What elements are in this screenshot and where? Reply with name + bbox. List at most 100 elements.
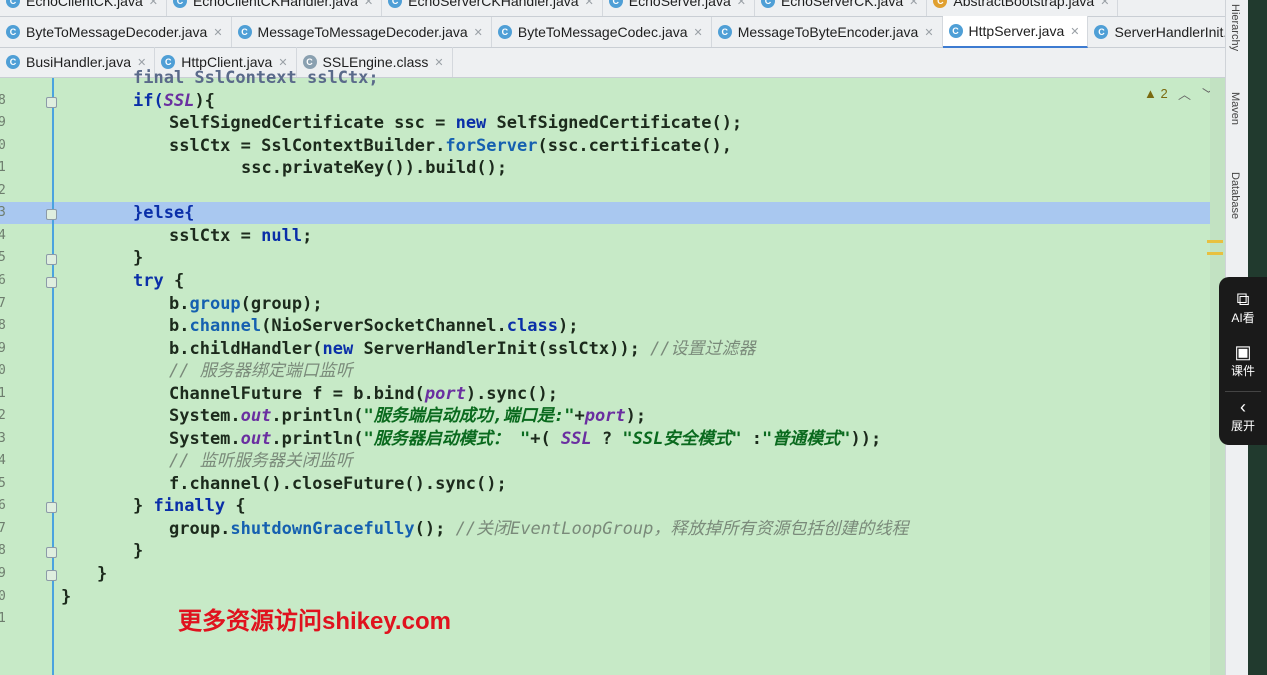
courseware-button[interactable]: ▣ 课件 bbox=[1219, 342, 1267, 379]
close-icon[interactable]: ✕ bbox=[694, 26, 703, 39]
floating-side-panel: ⧉ AI看 ▣ 课件 ‹ 展开 bbox=[1219, 277, 1267, 445]
close-icon[interactable]: ✕ bbox=[213, 26, 222, 39]
line-number: 7 bbox=[0, 296, 6, 311]
tab-row-1: C EchoClientCK.java ✕ C EchoClientCKHandler… bbox=[0, 0, 1225, 17]
expand-button[interactable]: ‹ 展开 bbox=[1219, 397, 1267, 434]
code-line: // 服务器绑定端口监听 bbox=[169, 361, 353, 381]
code-editor[interactable]: 8 9 0 1 2 3 4 5 6 7 8 9 0 1 2 3 4 5 6 7 … bbox=[0, 68, 1225, 675]
tab-bytetomessagedecoder[interactable]: C ByteToMessageDecoder.java ✕ bbox=[0, 17, 232, 47]
line-number: 2 bbox=[0, 408, 6, 423]
close-icon[interactable]: ✕ bbox=[364, 0, 373, 8]
line-number: 1 bbox=[0, 160, 6, 175]
line-number: 3 bbox=[0, 431, 6, 446]
code-line: System.out.println("服务端启动成功,端口是:"+port); bbox=[169, 406, 647, 426]
chevron-up-icon[interactable]: ︿ bbox=[1178, 84, 1191, 103]
line-number: 0 bbox=[0, 363, 6, 378]
java-class-icon: C bbox=[933, 0, 948, 8]
close-icon[interactable]: ✕ bbox=[909, 0, 918, 8]
line-number: 8 bbox=[0, 93, 6, 108]
tab-echoclientck[interactable]: C EchoClientCK.java ✕ bbox=[0, 0, 167, 16]
tab-messagetomessagedecoder[interactable]: C MessageToMessageDecoder.java ✕ bbox=[232, 17, 492, 47]
fold-marker-icon[interactable] bbox=[46, 277, 57, 288]
code-line: b.group(group); bbox=[169, 294, 323, 314]
java-class-icon: C bbox=[608, 0, 623, 8]
tab-echoserver[interactable]: C EchoServer.java ✕ bbox=[603, 0, 755, 16]
warning-indicator[interactable]: ▲ 2 bbox=[1144, 86, 1168, 101]
tool-database[interactable]: Database bbox=[1229, 172, 1241, 219]
line-number: 5 bbox=[0, 476, 6, 491]
warning-stripe[interactable] bbox=[1207, 240, 1223, 243]
ai-icon: ⧉ bbox=[1236, 289, 1250, 309]
code-line: sslCtx = null; bbox=[169, 226, 313, 246]
line-number: 4 bbox=[0, 228, 6, 243]
fold-marker-icon[interactable] bbox=[46, 97, 57, 108]
java-class-icon: C bbox=[6, 55, 20, 69]
java-class-icon: C bbox=[6, 25, 20, 39]
code-line: } bbox=[133, 248, 144, 268]
line-gutter bbox=[0, 78, 54, 675]
java-class-icon: C bbox=[760, 0, 775, 8]
line-number: 1 bbox=[0, 611, 6, 626]
divider bbox=[1225, 391, 1261, 392]
close-icon[interactable]: ✕ bbox=[474, 26, 483, 39]
code-line: if(SSL){ bbox=[133, 91, 215, 111]
code-line: // 监听服务器关闭监听 bbox=[169, 451, 353, 471]
line-number: 7 bbox=[0, 521, 6, 536]
line-number: 8 bbox=[0, 543, 6, 558]
line-number: 6 bbox=[0, 498, 6, 513]
tab-busihandler[interactable]: C BusiHandler.java ✕ bbox=[0, 47, 156, 77]
tab-echoserverck[interactable]: C EchoServerCK.java ✕ bbox=[755, 0, 928, 16]
close-icon[interactable]: ✕ bbox=[585, 0, 594, 8]
fold-marker-icon[interactable] bbox=[46, 209, 57, 220]
code-line: } bbox=[133, 541, 144, 561]
fold-marker-icon[interactable] bbox=[46, 254, 57, 265]
java-class-icon: C bbox=[948, 24, 963, 38]
tab-echoclientckhandler[interactable]: C EchoClientCKHandler.java ✕ bbox=[167, 0, 383, 16]
close-icon[interactable]: ✕ bbox=[1100, 0, 1109, 8]
code-line: b.channel(NioServerSocketChannel.class); bbox=[169, 316, 579, 336]
code-line: SelfSignedCertificate ssc = new SelfSign… bbox=[169, 113, 743, 133]
line-number: 3 bbox=[0, 205, 6, 220]
tab-bytetomessagecodec[interactable]: C ByteToMessageCodec.java ✕ bbox=[492, 17, 712, 47]
java-class-icon: C bbox=[1094, 25, 1109, 39]
close-icon[interactable]: ✕ bbox=[149, 0, 158, 8]
fold-marker-icon[interactable] bbox=[46, 570, 57, 581]
code-line: b.childHandler(new ServerHandlerInit(ssl… bbox=[169, 339, 756, 359]
close-icon[interactable]: ✕ bbox=[434, 56, 443, 69]
code-line: } bbox=[61, 587, 72, 607]
code-line: }else{ bbox=[133, 203, 195, 223]
tab-abstractbootstrap[interactable]: C AbstractBootstrap.java ✕ bbox=[927, 0, 1119, 16]
line-number: 4 bbox=[0, 453, 6, 468]
close-icon[interactable]: ✕ bbox=[924, 26, 933, 39]
code-line: } bbox=[97, 564, 108, 584]
java-class-icon: C bbox=[497, 25, 512, 39]
line-number: 2 bbox=[0, 183, 6, 198]
tab-httpserver[interactable]: C HttpServer.java ✕ bbox=[942, 16, 1089, 48]
tab-row-2: C ByteToMessageDecoder.java ✕ C MessageToMe… bbox=[0, 16, 1225, 48]
fold-marker-icon[interactable] bbox=[46, 502, 57, 513]
code-line: f.channel().closeFuture().sync(); bbox=[169, 474, 507, 494]
warning-stripe[interactable] bbox=[1207, 252, 1223, 255]
line-number: 8 bbox=[0, 318, 6, 333]
java-class-icon: C bbox=[237, 25, 252, 39]
tab-serverhandlerinit[interactable]: CServerHandlerInit.java✕ bbox=[1088, 17, 1225, 47]
code-line: sslCtx = SslContextBuilder.forServer(ssc… bbox=[169, 136, 732, 156]
close-icon[interactable]: ✕ bbox=[1070, 25, 1079, 38]
java-class-icon: C bbox=[6, 0, 20, 8]
line-number: 9 bbox=[0, 566, 6, 581]
tool-hierarchy[interactable]: Hierarchy bbox=[1229, 4, 1241, 51]
fold-marker-icon[interactable] bbox=[46, 547, 57, 558]
code-line: ChannelFuture f = b.bind(port).sync(); bbox=[169, 384, 558, 404]
code-line: System.out.println("服务器启动模式： "+( SSL ? "… bbox=[169, 429, 882, 449]
line-number: 0 bbox=[0, 138, 6, 153]
java-class-icon: C bbox=[717, 25, 732, 39]
line-number: 6 bbox=[0, 273, 6, 288]
tab-messagetobyteencoder[interactable]: C MessageToByteEncoder.java ✕ bbox=[712, 17, 943, 47]
close-icon[interactable]: ✕ bbox=[737, 0, 746, 8]
tab-echoserverckhandler[interactable]: C EchoServerCKHandler.java ✕ bbox=[382, 0, 603, 16]
ai-view-button[interactable]: ⧉ AI看 bbox=[1219, 289, 1267, 326]
line-number: 9 bbox=[0, 341, 6, 356]
code-line: ssc.privateKey()).build(); bbox=[241, 158, 508, 178]
book-icon: ▣ bbox=[1234, 342, 1252, 362]
tool-maven[interactable]: Maven bbox=[1229, 92, 1241, 125]
